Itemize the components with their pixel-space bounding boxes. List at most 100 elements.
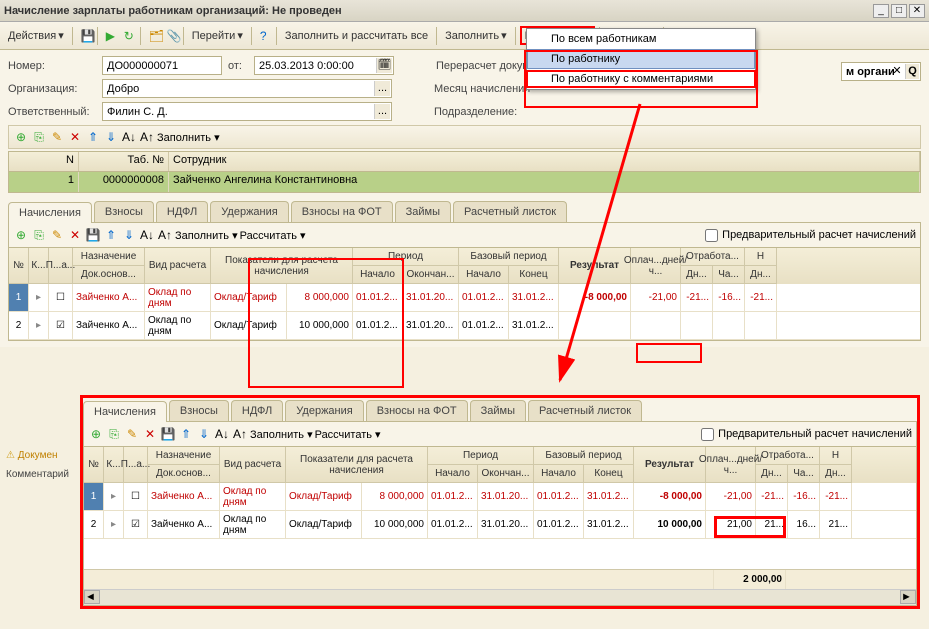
grid-row[interactable]: 2 ▸ ☑ Зайченко А... Оклад по дням Оклад/… bbox=[84, 511, 916, 539]
checkbox-icon[interactable]: ☐ bbox=[56, 292, 65, 303]
scroll-left-icon[interactable]: ◄ bbox=[84, 590, 100, 604]
menu-by-employee-comment[interactable]: По работнику с комментариями bbox=[527, 69, 755, 89]
org-right-field[interactable]: м органи ✕ Q bbox=[841, 62, 921, 81]
g2-sort-desc-icon[interactable]: A↑ bbox=[232, 426, 248, 442]
main-toolbar: Действия ▾ 💾 ▶ ↻ 🗂 📎 Перейти ▾ ? Заполни… bbox=[0, 22, 929, 50]
menu-by-employee[interactable]: По работнику bbox=[527, 49, 755, 69]
calc-dropdown: По всем работникам По работнику По работ… bbox=[526, 28, 756, 90]
lookup-icon[interactable]: Q bbox=[905, 64, 919, 79]
tree-icon[interactable]: 🗂 bbox=[145, 28, 161, 44]
tab2-fot[interactable]: Взносы на ФОТ bbox=[366, 400, 468, 421]
sort-asc-icon[interactable]: A↓ bbox=[121, 129, 137, 145]
tab2-loans[interactable]: Займы bbox=[470, 400, 526, 421]
goto-menu[interactable]: Перейти ▾ bbox=[188, 27, 247, 44]
post-icon[interactable]: ▶ bbox=[102, 28, 118, 44]
tab2-accruals[interactable]: Начисления bbox=[83, 401, 167, 422]
g-edit-icon[interactable]: ✎ bbox=[49, 227, 65, 243]
g2-edit-icon[interactable]: ✎ bbox=[124, 426, 140, 442]
tab2-payslip[interactable]: Расчетный листок bbox=[528, 400, 642, 421]
close-button[interactable]: ✕ bbox=[909, 4, 925, 18]
sort-desc-icon[interactable]: A↑ bbox=[139, 129, 155, 145]
fill-calc-all-button[interactable]: Заполнить и рассчитать все bbox=[281, 28, 432, 44]
g2-calc-menu[interactable]: Рассчитать ▾ bbox=[315, 428, 381, 441]
footer-total-row: 2 000,00 bbox=[84, 569, 916, 589]
g-down-icon[interactable]: ⇓ bbox=[121, 227, 137, 243]
down-icon[interactable]: ⇓ bbox=[103, 129, 119, 145]
tab-accruals[interactable]: Начисления bbox=[8, 202, 92, 223]
h-scrollbar[interactable]: ◄ ► bbox=[84, 589, 916, 605]
g2-sort-asc-icon[interactable]: A↓ bbox=[214, 426, 230, 442]
maximize-button[interactable]: □ bbox=[891, 4, 907, 18]
pin-icon[interactable]: 📎 bbox=[163, 28, 179, 44]
checkbox-icon[interactable]: ☑ bbox=[131, 519, 140, 530]
g2-fill-menu[interactable]: Заполнить ▾ bbox=[250, 428, 313, 441]
g2-down-icon[interactable]: ⇓ bbox=[196, 426, 212, 442]
g-sort-asc-icon[interactable]: A↓ bbox=[139, 227, 155, 243]
g-sort-desc-icon[interactable]: A↑ bbox=[157, 227, 173, 243]
from-label: от: bbox=[228, 60, 248, 72]
scroll-right-icon[interactable]: ► bbox=[900, 590, 916, 604]
add-icon[interactable]: ⊕ bbox=[13, 129, 29, 145]
g-save-icon[interactable]: 💾 bbox=[85, 227, 101, 243]
row-icon: ▸ bbox=[36, 292, 41, 303]
refresh-icon[interactable]: ↻ bbox=[120, 28, 136, 44]
date-field[interactable]: 25.03.2013 0:00:00🗓 bbox=[254, 56, 394, 75]
emp-fill-menu[interactable]: Заполнить ▾ bbox=[157, 131, 220, 144]
tab-payslip[interactable]: Расчетный листок bbox=[453, 201, 567, 222]
edit-icon[interactable]: ✎ bbox=[49, 129, 65, 145]
actions-menu[interactable]: Действия ▾ bbox=[4, 27, 68, 44]
up-icon[interactable]: ⇑ bbox=[85, 129, 101, 145]
emp-hdr-tab[interactable]: Таб. № bbox=[79, 152, 169, 171]
g-delete-icon[interactable]: ✕ bbox=[67, 227, 83, 243]
checkbox-icon[interactable]: ☑ bbox=[56, 320, 65, 331]
fill-menu[interactable]: Заполнить ▾ bbox=[441, 27, 511, 44]
side-panel: ⚠ Докумен Комментарий bbox=[6, 450, 69, 488]
g-insert-icon[interactable]: ⎘ bbox=[31, 227, 47, 243]
prelim-checkbox[interactable] bbox=[705, 229, 718, 242]
g2-delete-icon[interactable]: ✕ bbox=[142, 426, 158, 442]
save-icon[interactable]: 💾 bbox=[77, 28, 93, 44]
tab2-ndfl[interactable]: НДФЛ bbox=[231, 400, 283, 421]
emp-hdr-name[interactable]: Сотрудник bbox=[169, 152, 920, 171]
tab-deductions[interactable]: Удержания bbox=[210, 201, 288, 222]
tab-ndfl[interactable]: НДФЛ bbox=[156, 201, 208, 222]
insert-icon[interactable]: ⎘ bbox=[31, 129, 47, 145]
tab-fees[interactable]: Взносы bbox=[94, 201, 154, 222]
resp-field[interactable]: Филин С. Д.... bbox=[102, 102, 392, 121]
g2-insert-icon[interactable]: ⎘ bbox=[106, 426, 122, 442]
help-icon[interactable]: ? bbox=[256, 28, 272, 44]
prelim2-checkbox[interactable] bbox=[701, 428, 714, 441]
tab2-fees[interactable]: Взносы bbox=[169, 400, 229, 421]
resp-select-icon[interactable]: ... bbox=[374, 104, 390, 119]
emp-toolbar: ⊕ ⎘ ✎ ✕ ⇑ ⇓ A↓ A↑ Заполнить ▾ bbox=[8, 125, 921, 149]
tab-loans[interactable]: Займы bbox=[395, 201, 451, 222]
g2-add-icon[interactable]: ⊕ bbox=[88, 426, 104, 442]
window-title: Начисление зарплаты работникам организац… bbox=[4, 5, 871, 17]
titlebar: Начисление зарплаты работникам организац… bbox=[0, 0, 929, 22]
tab-fot[interactable]: Взносы на ФОТ bbox=[291, 201, 393, 222]
emp-hdr-n[interactable]: N bbox=[9, 152, 79, 171]
checkbox-icon[interactable]: ☐ bbox=[131, 491, 140, 502]
g2-save-icon[interactable]: 💾 bbox=[160, 426, 176, 442]
emp-row[interactable]: 1 0000000008 Зайченко Ангелина Константи… bbox=[9, 172, 920, 192]
grid-row[interactable]: 2 ▸ ☑ Зайченко А... Оклад по дням Оклад/… bbox=[9, 312, 920, 340]
menu-all-employees[interactable]: По всем работникам bbox=[527, 29, 755, 49]
tab2-deductions[interactable]: Удержания bbox=[285, 400, 363, 421]
delete-icon[interactable]: ✕ bbox=[67, 129, 83, 145]
minimize-button[interactable]: _ bbox=[873, 4, 889, 18]
g-calc-menu[interactable]: Рассчитать ▾ bbox=[240, 229, 306, 242]
org-select-icon[interactable]: ... bbox=[374, 81, 390, 96]
number-field[interactable]: ДО000000071 bbox=[102, 56, 222, 75]
g2-up-icon[interactable]: ⇑ bbox=[178, 426, 194, 442]
clear-icon[interactable]: ✕ bbox=[890, 64, 904, 79]
org-field[interactable]: Добро... bbox=[102, 79, 392, 98]
employee-table: N Таб. № Сотрудник 1 0000000008 Зайченко… bbox=[8, 151, 921, 193]
g-fill-menu[interactable]: Заполнить ▾ bbox=[175, 229, 238, 242]
date-picker-icon[interactable]: 🗓 bbox=[376, 58, 392, 73]
grid-row[interactable]: 1 ▸ ☐ Зайченко А... Оклад по дням Оклад/… bbox=[84, 483, 916, 511]
g-add-icon[interactable]: ⊕ bbox=[13, 227, 29, 243]
footer-total: 2 000,00 bbox=[714, 570, 786, 589]
grid-row[interactable]: 1 ▸ ☐ Зайченко А... Оклад по дням Оклад/… bbox=[9, 284, 920, 312]
g-up-icon[interactable]: ⇑ bbox=[103, 227, 119, 243]
prelim2-label: Предварительный расчет начислений bbox=[718, 428, 912, 440]
